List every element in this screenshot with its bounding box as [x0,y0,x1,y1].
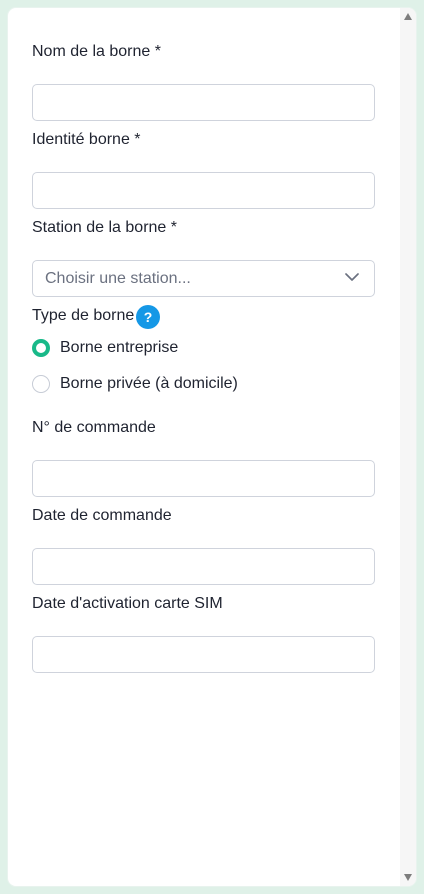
scroll-down-arrow-icon[interactable] [404,874,412,881]
chevron-down-icon [345,273,359,281]
sim-activation-date-label: Date d'activation carte SIM [32,595,223,612]
order-date-label: Date de commande [32,507,172,524]
order-date-input[interactable] [32,548,375,585]
station-name-input[interactable] [32,84,375,121]
order-number-input[interactable] [32,460,375,497]
form-panel: Nom de la borne * Identité borne * Stati… [8,8,416,886]
radio-enterprise[interactable] [32,339,50,357]
station-site-label: Station de la borne * [32,219,177,236]
radio-enterprise-label: Borne entreprise [60,339,179,356]
station-select-value: Choisir une station... [45,270,191,287]
vertical-scrollbar[interactable] [400,8,416,886]
station-identity-label: Identité borne * [32,131,141,148]
station-select[interactable]: Choisir une station... [32,260,375,297]
radio-private-label: Borne privée (à domicile) [60,375,238,392]
station-name-label: Nom de la borne * [32,43,161,60]
radio-private[interactable] [32,375,50,393]
order-number-label: N° de commande [32,419,156,436]
station-identity-input[interactable] [32,172,375,209]
station-type-label: Type de borne [32,307,135,324]
help-icon[interactable]: ? [136,305,160,329]
scroll-up-arrow-icon[interactable] [404,13,412,20]
sim-activation-date-input[interactable] [32,636,375,673]
